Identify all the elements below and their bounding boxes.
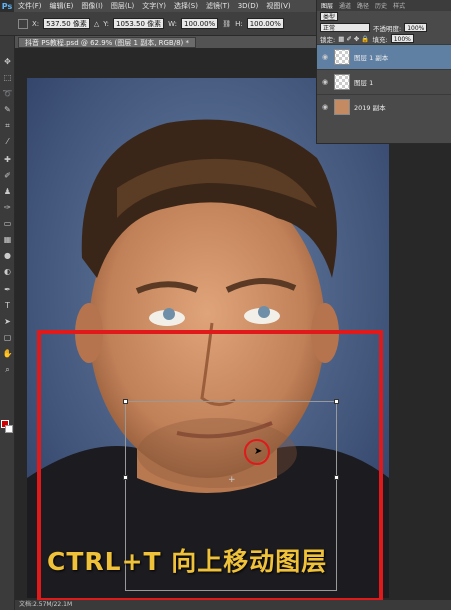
- clone-stamp-tool-icon[interactable]: ♟: [2, 186, 13, 197]
- kind-filter-select[interactable]: 类型: [320, 12, 339, 21]
- transform-center-icon[interactable]: +: [228, 475, 236, 485]
- blend-mode-select[interactable]: 正常: [320, 23, 370, 32]
- visibility-eye-icon[interactable]: ◉: [320, 103, 330, 111]
- hand-tool-icon[interactable]: ✋: [2, 348, 13, 359]
- transform-handle[interactable]: [123, 475, 128, 480]
- reference-point-icon[interactable]: [18, 18, 28, 29]
- layer-name: 图层 1 副本: [354, 54, 389, 62]
- menu-3d[interactable]: 3D(D): [234, 2, 263, 10]
- move-tool-icon[interactable]: ✥: [2, 56, 13, 67]
- menu-edit[interactable]: 编辑(E): [46, 1, 78, 11]
- h-label: H:: [235, 19, 243, 28]
- lock-icons[interactable]: ▦ ✐ ✥ 🔒: [338, 35, 369, 43]
- menu-filter[interactable]: 滤镜(T): [202, 1, 234, 11]
- lock-label: 锁定:: [320, 35, 336, 44]
- lasso-tool-icon[interactable]: ➰: [2, 88, 13, 99]
- path-select-tool-icon[interactable]: ➤: [2, 316, 13, 327]
- w-label: W:: [168, 19, 178, 28]
- layer-name: 图层 1: [354, 79, 374, 87]
- tab-layers[interactable]: 图层: [321, 1, 333, 10]
- filter-row: 类型: [317, 11, 451, 22]
- photoshop-logo: Ps: [0, 0, 14, 12]
- layer-name: 2019 副本: [354, 104, 386, 112]
- layer-row[interactable]: ◉ 图层 1: [317, 69, 451, 94]
- layer-thumbnail: [334, 49, 350, 65]
- zoom-tool-icon[interactable]: ⌕: [2, 364, 13, 375]
- layers-panel: 图层 通道 路径 历史 样式 类型 正常 不透明度: 100% 锁定: ▦ ✐ …: [316, 0, 451, 144]
- opacity-field[interactable]: 100%: [404, 23, 428, 32]
- tab-paths[interactable]: 路径: [357, 1, 369, 10]
- crop-tool-icon[interactable]: ⌗: [2, 120, 13, 131]
- dodge-tool-icon[interactable]: ◐: [2, 266, 13, 277]
- eraser-tool-icon[interactable]: ▭: [2, 218, 13, 229]
- w-field[interactable]: 100.00%: [181, 18, 219, 29]
- y-field[interactable]: 1053.50 像素: [112, 18, 165, 29]
- menu-layer[interactable]: 图层(L): [107, 1, 138, 11]
- tab-history[interactable]: 历史: [375, 1, 387, 10]
- menu-view[interactable]: 视图(V): [262, 1, 294, 11]
- tab-styles[interactable]: 样式: [393, 1, 405, 10]
- document-tab[interactable]: 抖音 PS教程.psd @ 62.9% (图层 1 副本, RGB/8) *: [18, 37, 197, 48]
- pen-tool-icon[interactable]: ✒: [2, 284, 13, 295]
- menu-file[interactable]: 文件(F): [14, 1, 46, 11]
- h-field[interactable]: 100.00%: [246, 18, 284, 29]
- quick-select-tool-icon[interactable]: ✎: [2, 104, 13, 115]
- background-color-swatch[interactable]: [5, 425, 13, 433]
- healing-tool-icon[interactable]: ✚: [2, 154, 13, 165]
- menu-select[interactable]: 选择(S): [170, 1, 202, 11]
- opacity-label: 不透明度:: [373, 24, 402, 33]
- blur-tool-icon[interactable]: ●: [2, 250, 13, 261]
- x-field[interactable]: 537.50 像素: [43, 18, 90, 29]
- link-icon[interactable]: ⛓: [222, 20, 231, 28]
- fill-field[interactable]: 100%: [390, 34, 414, 43]
- visibility-eye-icon[interactable]: ◉: [320, 78, 330, 86]
- menu-type[interactable]: 文字(Y): [138, 1, 170, 11]
- shape-tool-icon[interactable]: ▢: [2, 332, 13, 343]
- layer-row[interactable]: ◉ 图层 1 副本: [317, 44, 451, 69]
- menu-image[interactable]: 图像(I): [77, 1, 107, 11]
- photoshop-window: Ps 文件(F) 编辑(E) 图像(I) 图层(L) 文字(Y) 选择(S) 滤…: [0, 0, 451, 610]
- transform-handle[interactable]: [334, 475, 339, 480]
- layer-thumbnail: [334, 74, 350, 90]
- visibility-eye-icon[interactable]: ◉: [320, 53, 330, 61]
- cursor-arrow-icon: ➤: [254, 446, 263, 457]
- y-label: Y:: [103, 19, 109, 28]
- blend-row: 正常 不透明度: 100%: [317, 22, 451, 33]
- gradient-tool-icon[interactable]: ▦: [2, 234, 13, 245]
- x-label: X:: [32, 19, 40, 28]
- layer-row[interactable]: ◉ 2019 副本: [317, 94, 451, 119]
- brush-tool-icon[interactable]: ✐: [2, 170, 13, 181]
- type-tool-icon[interactable]: T: [2, 300, 13, 311]
- fill-label: 填充:: [372, 35, 388, 44]
- transform-handle[interactable]: [123, 399, 128, 404]
- eyedropper-tool-icon[interactable]: ⁄: [2, 136, 13, 147]
- marquee-tool-icon[interactable]: ⬚: [2, 72, 13, 83]
- tutorial-caption: CTRL+T 向上移动图层: [47, 547, 328, 576]
- tools-panel: ✥ ⬚ ➰ ✎ ⌗ ⁄ ✚ ✐ ♟ ✑ ▭ ▦ ● ◐ ✒ T ➤ ▢ ✋ ⌕: [0, 36, 15, 610]
- delta-icon: △: [93, 19, 100, 28]
- transform-handle[interactable]: [334, 399, 339, 404]
- layer-thumbnail: [334, 99, 350, 115]
- status-bar: 文档:2.57M/22.1M: [15, 600, 451, 610]
- tab-channels[interactable]: 通道: [339, 1, 351, 10]
- panel-tabs: 图层 通道 路径 历史 样式: [317, 0, 451, 11]
- history-brush-tool-icon[interactable]: ✑: [2, 202, 13, 213]
- lock-row: 锁定: ▦ ✐ ✥ 🔒 填充: 100%: [317, 33, 451, 44]
